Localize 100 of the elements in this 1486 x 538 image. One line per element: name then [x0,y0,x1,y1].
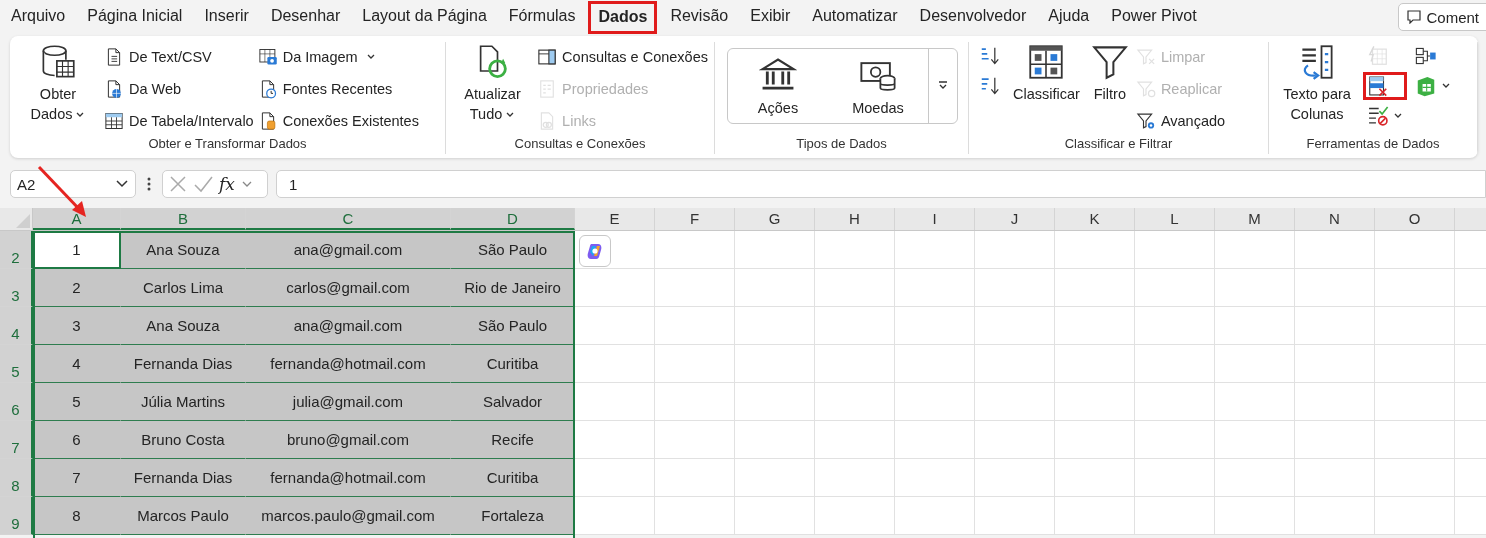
consolidate-icon [1415,45,1437,67]
name-box[interactable]: A2 [10,170,136,198]
table-cell: julia@gmail.com [246,383,451,421]
table-cell: bruno@gmail.com [246,421,451,459]
ribbon-button[interactable]: De Tabela/Intervalo [104,108,254,134]
data-validation-icon [1367,105,1389,127]
ribbon-button[interactable]: Obter Dados [16,42,100,126]
group-label: Consultas e Conexões [513,136,647,153]
table-cell: Carlos Lima [121,269,246,307]
column-header[interactable]: G [735,208,815,230]
table-cell: 1 [33,231,121,269]
menu-tab[interactable]: Desenvolvedor [910,0,1036,34]
table-cell: Ana Souza [121,231,246,269]
row-header[interactable]: 6 [0,383,33,421]
data-model-icon [1415,75,1437,97]
row-header[interactable]: 5 [0,345,33,383]
ribbon-button[interactable]: Fontes Recentes [257,76,419,102]
table-icon [104,111,124,131]
comments-button[interactable]: Coment [1398,3,1486,31]
row-header[interactable]: 3 [0,269,33,307]
column-header[interactable]: A [33,208,121,230]
table-cell: Bruno Costa [121,421,246,459]
remove-duplicates-icon [1367,75,1389,97]
table-cell: 7 [33,459,121,497]
column-header[interactable]: B [121,208,246,230]
row-header[interactable]: 4 [0,307,33,345]
table-cell: Marcos Paulo [121,497,246,535]
column-header[interactable]: O [1375,208,1455,230]
menu-tab[interactable]: Power Pivot [1102,0,1206,34]
table-cell: Fernanda Dias [121,345,246,383]
table-cell: 6 [33,421,121,459]
funnel-icon [1091,44,1128,80]
table-cell: ana@gmail.com [246,307,451,345]
column-header[interactable]: C [246,208,451,230]
column-header[interactable]: L [1135,208,1215,230]
ribbon-button[interactable]: Da Web [104,76,254,102]
row-header[interactable]: 2 [0,231,33,269]
chevron-down-icon[interactable] [240,179,253,189]
menu-tab[interactable]: Inserir [195,0,258,34]
ribbon-button[interactable]: Da Imagem [257,44,419,70]
table-cell: Rio de Janeiro [451,269,575,307]
group-label: Ferramentas de Dados [1305,136,1441,153]
insert-function-button[interactable]: fx [219,174,235,194]
table-cell: São Paulo [451,307,575,345]
column-header[interactable]: H [815,208,895,230]
table-cell: Recife [451,421,575,459]
ribbon-button[interactable]: Consultas e Conexões [537,44,708,70]
row-header[interactable]: 9 [0,497,33,535]
gallery-item[interactable]: Ações [728,49,828,123]
table-cell: ana@gmail.com [246,231,451,269]
caret-icon [1441,82,1451,90]
ribbon-button[interactable]: Filtro [1087,42,1132,106]
table-cell: 8 [33,497,121,535]
column-header[interactable]: I [895,208,975,230]
table-cell: 3 [33,307,121,345]
formula-input[interactable]: 1 [276,170,1486,198]
column-header[interactable]: E [575,208,655,230]
ribbon-button[interactable]: Atualizar Tudo [452,42,534,126]
table-cell: marcos.paulo@gmail.com [246,497,451,535]
menu-tab[interactable]: Revisão [661,0,738,34]
column-header[interactable]: M [1215,208,1295,230]
row-header[interactable]: 8 [0,459,33,497]
menu-tab[interactable]: Dados [588,0,658,34]
image-table-icon [257,47,278,67]
check-icon[interactable] [193,175,213,193]
column-header[interactable]: K [1055,208,1135,230]
icon-button[interactable] [1363,72,1407,100]
column-header[interactable]: N [1295,208,1375,230]
table-cell: Júlia Martins [121,383,246,421]
caret-icon [1393,112,1403,120]
column-header[interactable]: F [655,208,735,230]
ribbon-button[interactable]: Avançado [1135,108,1226,134]
funnel-gear-icon [1135,111,1156,131]
column-header[interactable]: J [975,208,1055,230]
row-header[interactable]: 7 [0,421,33,459]
text-to-columns-icon [1299,44,1335,80]
sort-grid-icon [1028,44,1065,80]
table-cell: São Paulo [451,231,575,269]
copilot-icon [586,242,604,260]
table-cell: fernanda@hotmail.com [246,459,451,497]
cancel-icon[interactable] [169,175,187,193]
menu-tab[interactable]: Desenhar [261,0,350,34]
ribbon-button[interactable]: De Text/CSV [104,44,254,70]
menu-tab[interactable]: Ajuda [1039,0,1099,34]
more-icon[interactable] [147,177,151,191]
table-cell: 2 [33,269,121,307]
menu-tab[interactable]: Arquivo [2,0,75,34]
ribbon-button[interactable]: Texto para Colunas [1275,42,1359,126]
menu-tab[interactable]: Fórmulas [499,0,585,34]
menu-tab[interactable]: Página Inicial [78,0,192,34]
table-cell: Fernanda Dias [121,459,246,497]
gallery-item[interactable]: Moedas [828,49,928,123]
menu-tab[interactable]: Automatizar [803,0,907,34]
menu-tab[interactable]: Layout da Página [353,0,496,34]
copilot-button[interactable] [579,235,611,267]
table-cell: Fortaleza [451,497,575,535]
ribbon-button[interactable]: Conexões Existentes [257,108,419,134]
menu-tab[interactable]: Exibir [741,0,800,34]
ribbon-button[interactable]: Classificar [1009,42,1084,106]
column-header[interactable]: D [451,208,575,230]
